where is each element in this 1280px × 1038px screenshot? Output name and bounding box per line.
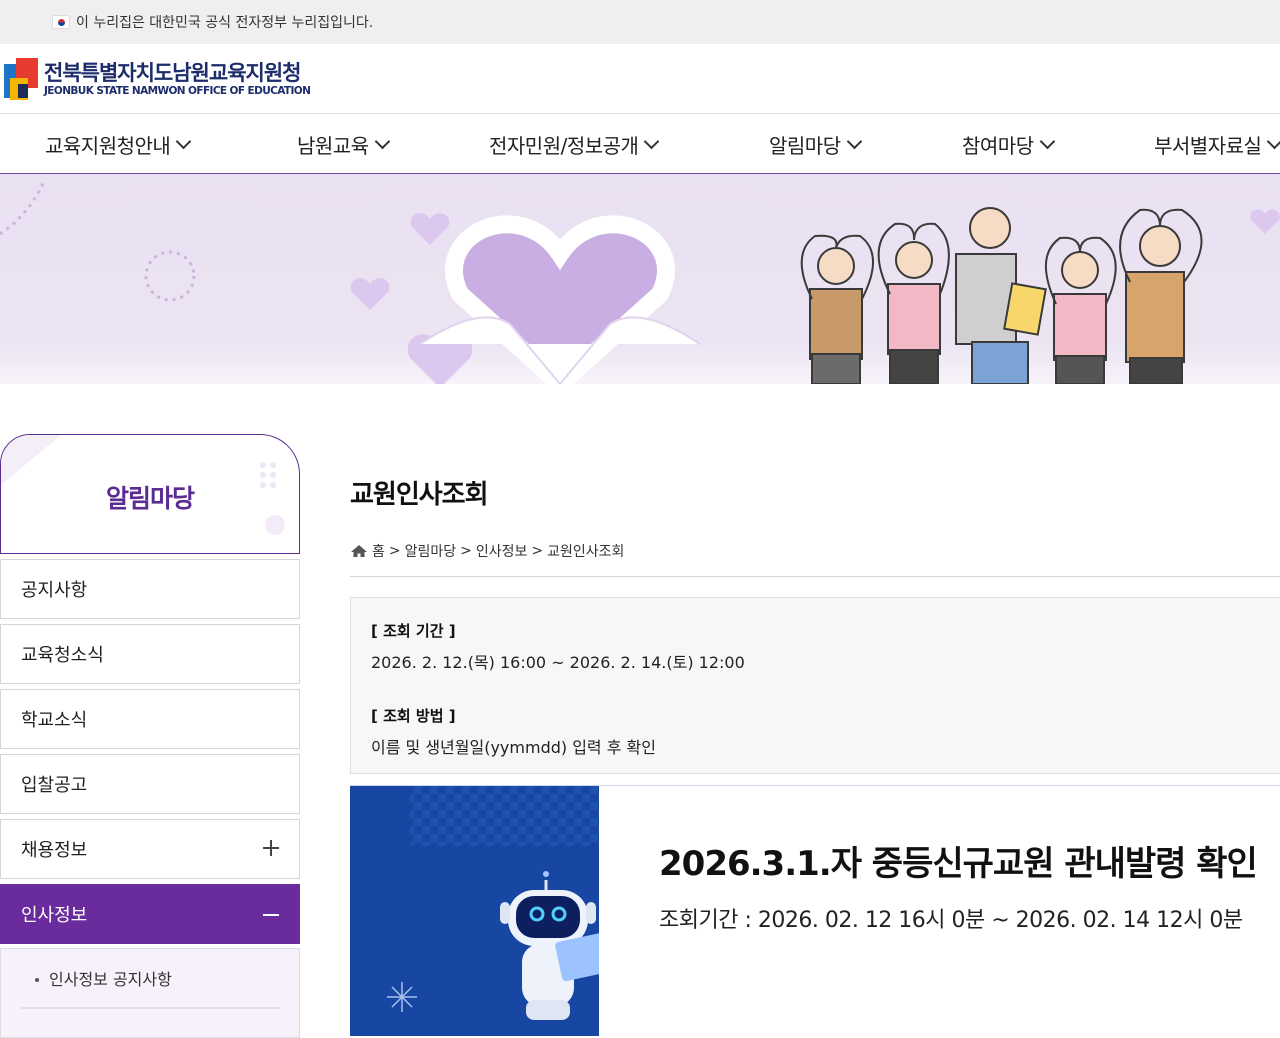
- minus-icon[interactable]: [263, 914, 279, 916]
- period-value: 2026. 2. 12.(목) 16:00 ~ 2026. 2. 14.(토) …: [371, 653, 745, 672]
- logo-mark-icon: [2, 56, 42, 102]
- sidebar-item-label: 채용정보: [21, 840, 88, 861]
- breadcrumb-separator: >: [531, 543, 544, 559]
- sidebar-item-label: 공지사항: [21, 580, 88, 601]
- plus-icon[interactable]: [263, 840, 279, 856]
- method-heading: [ 조회 방법 ]: [371, 707, 456, 725]
- gnb-label: 남원교육: [297, 133, 369, 158]
- breadcrumb-notice-board[interactable]: 알림마당: [405, 541, 457, 561]
- gnb-item-civil-service[interactable]: 전자민원/정보공개: [489, 115, 660, 173]
- chevron-down-icon: [1039, 133, 1055, 149]
- period-heading: [ 조회 기간 ]: [371, 622, 456, 640]
- chevron-down-icon: [644, 133, 660, 149]
- breadcrumb-personnel[interactable]: 인사정보: [476, 541, 528, 561]
- banner-illustration: [0, 178, 1280, 384]
- promo-period: 조회기간 : 2026. 02. 12 16시 0분 ~ 2026. 02. 1…: [659, 908, 1243, 933]
- gnb-item-dept-archive[interactable]: 부서별자료실: [1154, 115, 1280, 173]
- sidebar-header: 알림마당: [0, 434, 300, 554]
- sub-visual-banner: [0, 174, 1280, 384]
- submenu-item-label: 인사정보 공지사항: [49, 970, 172, 989]
- korea-flag-icon: [52, 15, 70, 29]
- chevron-down-icon: [1267, 133, 1280, 149]
- inquiry-info-box: [ 조회 기간 ] 2026. 2. 12.(목) 16:00 ~ 2026. …: [350, 597, 1280, 774]
- sidebar-item-personnel[interactable]: 인사정보: [0, 884, 300, 944]
- robot-illustration: [350, 786, 599, 1036]
- chevron-down-icon: [176, 133, 192, 149]
- home-icon[interactable]: [350, 544, 368, 558]
- breadcrumb-separator: >: [388, 543, 401, 559]
- gnb-label: 알림마당: [769, 133, 841, 158]
- chevron-down-icon: [846, 133, 862, 149]
- inquiry-promo-banner: 2026.3.1.자 중등신규교원 관내발령 확인 조회기간 : 2026. 0…: [350, 785, 1280, 1036]
- gnb-label: 참여마당: [962, 133, 1034, 158]
- sidebar-item-office-news[interactable]: 교육청소식: [0, 624, 300, 684]
- breadcrumb-current: 교원인사조회: [547, 544, 625, 560]
- main-navigation: 교육지원청안내 남원교육 전자민원/정보공개 알림마당 참여마당 부서별자료실: [0, 115, 1280, 174]
- sidebar-item-school-news[interactable]: 학교소식: [0, 689, 300, 749]
- gnb-label: 부서별자료실: [1154, 133, 1262, 158]
- breadcrumb-home[interactable]: 홈: [372, 541, 385, 561]
- method-value: 이름 및 생년월일(yymmdd) 입력 후 확인: [371, 738, 656, 757]
- sidebar-item-label: 인사정보: [21, 905, 88, 926]
- sidebar-item-bids[interactable]: 입찰공고: [0, 754, 300, 814]
- gnb-label: 교육지원청안내: [45, 133, 171, 158]
- sidebar-item-label: 교육청소식: [21, 645, 104, 666]
- gov-notice-text: 이 누리집은 대한민국 공식 전자정부 누리집입니다.: [76, 15, 374, 31]
- promo-headline: 2026.3.1.자 중등신규교원 관내발령 확인: [659, 844, 1258, 884]
- sidebar-item-label: 학교소식: [21, 710, 88, 731]
- gnb-item-notice-board[interactable]: 알림마당: [769, 115, 862, 173]
- chevron-down-icon: [374, 133, 390, 149]
- sidebar-item-recruitment[interactable]: 채용정보: [0, 819, 300, 879]
- breadcrumb-separator: >: [460, 543, 472, 559]
- sidebar-item-notice[interactable]: 공지사항: [0, 559, 300, 619]
- divider: [350, 576, 1280, 577]
- sidebar-submenu: 인사정보 공지사항: [0, 948, 300, 1038]
- gnb-item-participation[interactable]: 참여마당: [962, 115, 1055, 173]
- gnb-item-office-info[interactable]: 교육지원청안내: [45, 115, 192, 173]
- sidebar-item-label: 입찰공고: [21, 775, 88, 796]
- site-logo[interactable]: 전북특별자치도남원교육지원청 JEONBUK STATE NAMWON OFFI…: [2, 56, 311, 102]
- sidebar-title: 알림마당: [105, 484, 195, 513]
- breadcrumb: 홈 > 알림마당 > 인사정보 > 교원인사조회: [350, 541, 624, 561]
- bullet-icon: [35, 978, 39, 982]
- site-header: 전북특별자치도남원교육지원청 JEONBUK STATE NAMWON OFFI…: [0, 44, 1280, 114]
- gov-notice-bar: 이 누리집은 대한민국 공식 전자정부 누리집입니다.: [0, 0, 1280, 44]
- submenu-item-personnel-notice[interactable]: 인사정보 공지사항: [21, 949, 279, 1009]
- logo-korean-name: 전북특별자치도남원교육지원청: [44, 60, 301, 85]
- gnb-item-namwon-education[interactable]: 남원교육: [297, 115, 390, 173]
- logo-english-name: JEONBUK STATE NAMWON OFFICE OF EDUCATION: [44, 84, 311, 97]
- gnb-label: 전자민원/정보공개: [489, 133, 639, 158]
- page-title: 교원인사조회: [350, 480, 489, 510]
